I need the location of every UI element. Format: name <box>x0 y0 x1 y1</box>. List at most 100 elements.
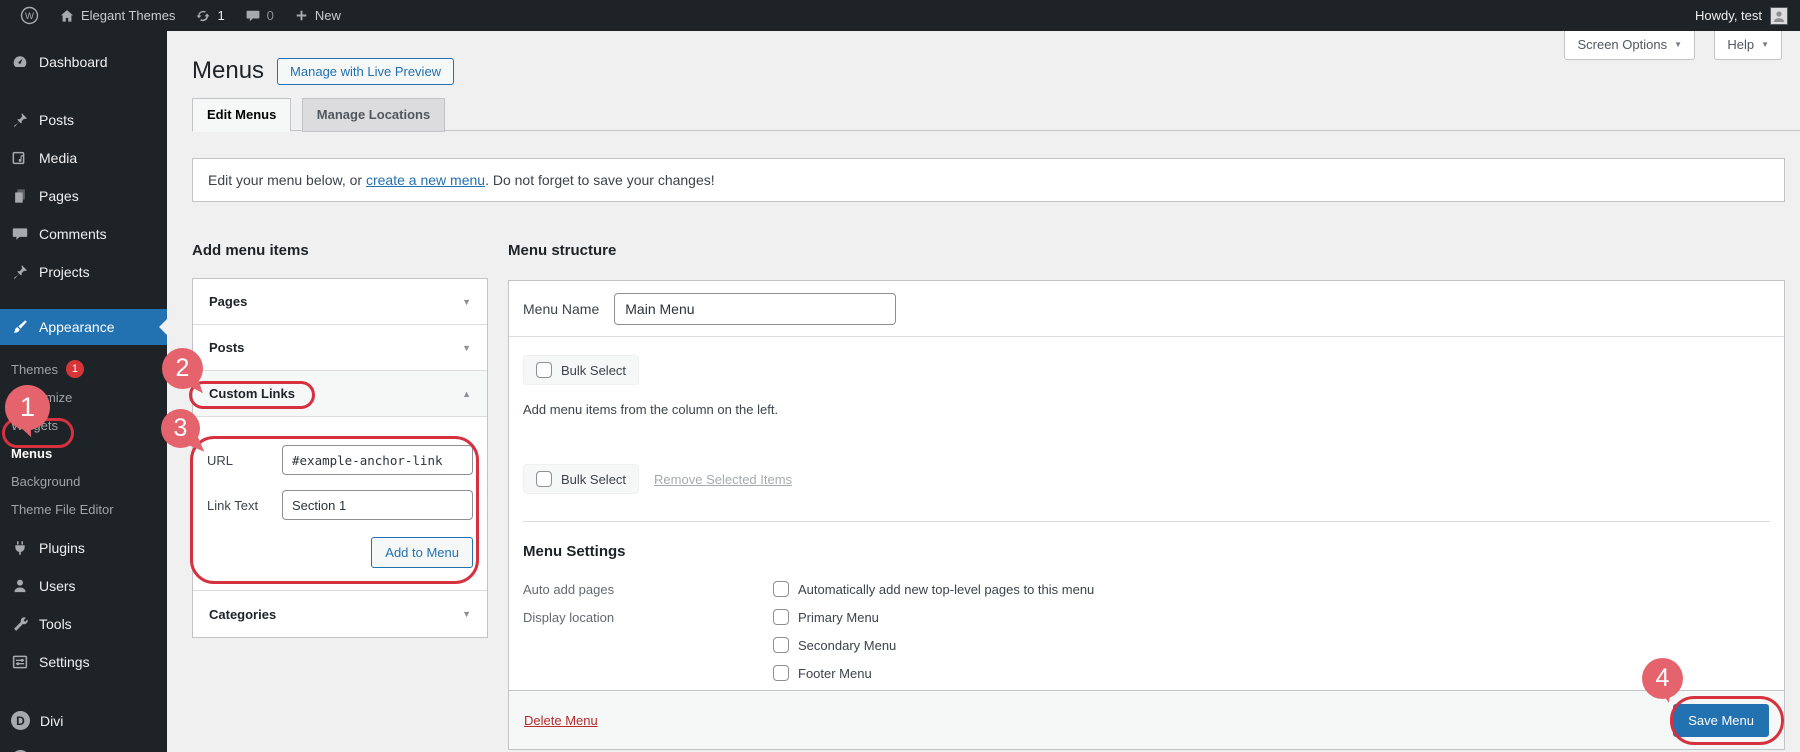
menu-name-row: Menu Name <box>509 281 1784 337</box>
site-name-link[interactable]: Elegant Themes <box>49 0 185 31</box>
manage-live-preview-button[interactable]: Manage with Live Preview <box>277 58 454 85</box>
sidebar-item-projects[interactable]: Projects <box>0 255 167 289</box>
account-menu[interactable]: Howdy, test <box>1695 7 1800 25</box>
sidebar-item-label: Projects <box>39 264 90 280</box>
submenu-item-background[interactable]: Background <box>0 467 167 495</box>
active-menu-arrow <box>151 319 167 335</box>
site-name-label: Elegant Themes <box>81 8 175 23</box>
menu-name-input[interactable] <box>614 293 896 325</box>
sidebar-item-divi[interactable]: D Divi <box>0 703 167 738</box>
wordpress-logo-menu[interactable]: W <box>10 0 49 31</box>
new-label: New <box>315 8 341 23</box>
comment-bubble-icon <box>245 8 261 24</box>
divider <box>523 521 1770 522</box>
admin-bar: W Elegant Themes 1 0 New <box>0 0 1800 31</box>
accordion-pages[interactable]: Pages ▼ <box>193 279 487 325</box>
auto-add-pages-option[interactable]: Automatically add new top-level pages to… <box>773 581 1094 597</box>
sidebar-item-label: Appearance <box>39 319 115 335</box>
submenu-item-theme-file-editor[interactable]: Theme File Editor <box>0 495 167 523</box>
sidebar-item-comments[interactable]: Comments <box>0 217 167 251</box>
sidebar-item-settings[interactable]: Settings <box>0 645 167 679</box>
menu-structure-body: Bulk Select Add menu items from the colu… <box>509 337 1784 690</box>
divi-logo-icon: D <box>11 711 30 730</box>
location-option-label: Footer Menu <box>798 666 872 681</box>
sidebar-item-pages[interactable]: Pages <box>0 179 167 213</box>
admin-bar-left: W Elegant Themes 1 0 New <box>0 0 351 31</box>
howdy-label: Howdy, test <box>1695 8 1762 23</box>
bulk-select-checkbox[interactable] <box>536 471 552 487</box>
annotation-step-4: 4 <box>1642 658 1683 699</box>
display-location-label: Display location <box>523 609 773 681</box>
location-option-secondary[interactable]: Secondary Menu <box>773 637 896 653</box>
auto-add-pages-row: Auto add pages Automatically add new top… <box>523 581 1770 597</box>
comments-link[interactable]: 0 <box>235 0 284 31</box>
home-icon <box>59 8 75 24</box>
screen-options-button[interactable]: Screen Options ▼ <box>1564 31 1695 60</box>
chevron-up-icon: ▲ <box>462 389 471 399</box>
auto-add-pages-checkbox[interactable] <box>773 581 789 597</box>
sidebar-item-dashboard[interactable]: Dashboard <box>0 45 167 79</box>
settings-icon <box>11 653 29 671</box>
new-content-menu[interactable]: New <box>284 0 351 31</box>
menu-structure-footer: Delete Menu Save Menu <box>509 690 1784 749</box>
remove-selected-items-link[interactable]: Remove Selected Items <box>654 472 792 487</box>
sidebar-separator <box>0 293 167 309</box>
sidebar-item-posts[interactable]: Posts <box>0 103 167 137</box>
sidebar-item-label: Comments <box>39 226 107 242</box>
add-menu-items-heading: Add menu items <box>192 242 309 259</box>
create-new-menu-link[interactable]: create a new menu <box>366 172 485 188</box>
sidebar-item-label: Pages <box>39 188 79 204</box>
sidebar-item-users[interactable]: Users <box>0 569 167 603</box>
secondary-menu-checkbox[interactable] <box>773 637 789 653</box>
sidebar-item-label: Divi <box>40 713 63 729</box>
submenu-item-label: Themes <box>11 362 58 377</box>
wrench-icon <box>11 615 29 633</box>
footer-menu-checkbox[interactable] <box>773 665 789 681</box>
pages-icon <box>11 187 29 205</box>
sidebar-item-label: Tools <box>39 616 72 632</box>
sidebar-item-plugins[interactable]: Plugins <box>0 531 167 565</box>
chevron-down-icon: ▼ <box>1674 40 1682 49</box>
accordion-categories[interactable]: Categories ▼ <box>193 591 487 637</box>
sidebar-item-tools[interactable]: Tools <box>0 607 167 641</box>
tab-manage-locations[interactable]: Manage Locations <box>302 98 445 132</box>
sidebar-item-label: Posts <box>39 112 74 128</box>
sidebar-item-collapse-menu[interactable]: ◀ Collapse menu <box>0 742 167 752</box>
submenu-item-themes[interactable]: Themes 1 <box>0 355 167 383</box>
chevron-down-icon: ▼ <box>1761 40 1769 49</box>
comments-icon <box>11 225 29 243</box>
bulk-select-toggle-top[interactable]: Bulk Select <box>523 355 639 385</box>
bulk-select-label: Bulk Select <box>561 472 626 487</box>
accordion-posts[interactable]: Posts ▼ <box>193 325 487 371</box>
sidebar-item-label: Users <box>39 578 76 594</box>
help-button[interactable]: Help ▼ <box>1714 31 1782 60</box>
primary-menu-checkbox[interactable] <box>773 609 789 625</box>
bulk-select-checkbox[interactable] <box>536 362 552 378</box>
sidebar-separator <box>0 683 167 703</box>
annotation-highlight-custom-links <box>189 381 315 409</box>
sidebar-item-label: Dashboard <box>39 54 108 70</box>
location-option-label: Secondary Menu <box>798 638 896 653</box>
media-icon <box>11 149 29 167</box>
annotation-step-2: 2 <box>162 348 203 389</box>
delete-menu-link[interactable]: Delete Menu <box>524 713 598 728</box>
display-location-options: Primary Menu Secondary Menu Footer Menu <box>773 609 896 681</box>
page-title: Menus <box>192 57 264 85</box>
tab-edit-menus[interactable]: Edit Menus <box>192 98 291 132</box>
user-icon <box>11 577 29 595</box>
location-option-primary[interactable]: Primary Menu <box>773 609 896 625</box>
menu-settings-heading: Menu Settings <box>523 543 1770 560</box>
pin-icon <box>11 263 29 281</box>
chevron-down-icon: ▼ <box>462 609 471 619</box>
accordion-label: Posts <box>209 340 244 355</box>
sidebar-item-media[interactable]: Media <box>0 141 167 175</box>
sidebar-item-appearance[interactable]: Appearance <box>0 309 167 345</box>
location-option-footer[interactable]: Footer Menu <box>773 665 896 681</box>
bulk-select-toggle-bottom[interactable]: Bulk Select <box>523 464 639 494</box>
updates-link[interactable]: 1 <box>185 0 234 31</box>
svg-text:W: W <box>25 11 34 22</box>
submenu-item-label: Theme File Editor <box>11 502 114 517</box>
chevron-down-icon: ▼ <box>462 297 471 307</box>
themes-update-badge: 1 <box>66 360 84 378</box>
sidebar-item-label: Settings <box>39 654 90 670</box>
